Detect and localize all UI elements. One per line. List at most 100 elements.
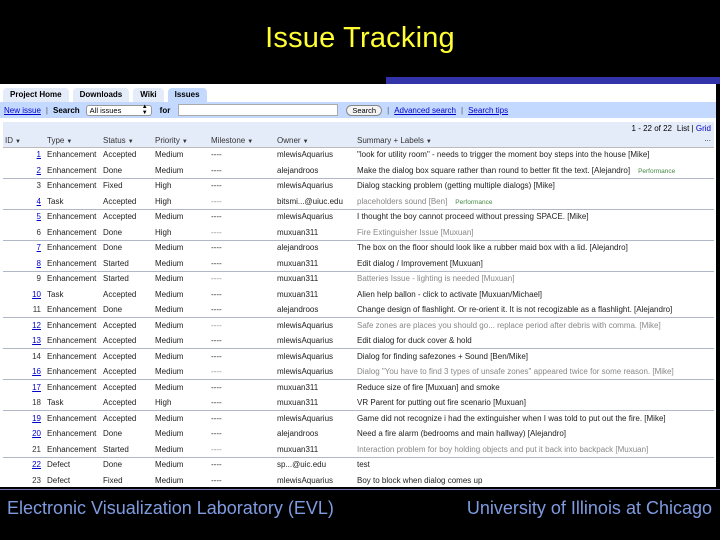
column-header-priority[interactable]: Priority ▼ [153,134,209,148]
new-issue-link[interactable]: New issue [4,106,41,115]
issue-summary-cell: Dialog "You have to find 3 types of unsa… [355,364,714,380]
more-columns-button[interactable]: ... [704,134,711,143]
issue-summary[interactable]: I thought the boy cannot proceed without… [357,212,589,221]
advanced-search-link[interactable]: Advanced search [394,106,456,115]
issue-id-link[interactable]: 23 [32,476,41,485]
table-row[interactable]: 20 Enhancement Done Medium ---- alejandroos Ne… [3,426,714,442]
tab-wiki[interactable]: Wiki [133,88,164,102]
search-button[interactable]: Search [346,104,383,116]
table-row[interactable]: 16 Enhancement Accepted Medium ---- mlewisAqu… [3,364,714,380]
issue-id-link[interactable]: 22 [32,460,41,469]
table-row[interactable]: 4 Task Accepted High ---- bitsmi...@uiuc.edu p… [3,193,714,210]
table-row[interactable]: 8 Enhancement Started Medium ---- muxuan311 Ed… [3,255,714,272]
issue-id-link[interactable]: 8 [37,259,41,268]
issue-id-link[interactable]: 21 [32,445,41,454]
table-row[interactable]: 18 Task Accepted High ---- muxuan311 VR Parent… [3,395,714,411]
column-header-summary[interactable]: Summary + Labels ▼... [355,134,714,148]
issue-id-link[interactable]: 3 [37,181,41,190]
issue-priority: High [155,398,172,408]
issue-summary[interactable]: VR Parent for putting out fire scenario … [357,398,526,407]
issue-status: Accepted [103,367,137,377]
table-row[interactable]: 2 Enhancement Done Medium ---- alejandroos Mak… [3,162,714,179]
issue-status-cell: Accepted [101,147,153,163]
table-row[interactable]: 11 Enhancement Done Medium ---- alejandroos Ch… [3,302,714,318]
issue-summary[interactable]: Change design of flashlight. Or re-orien… [357,305,672,314]
issue-priority: Medium [155,382,184,392]
issue-id-link[interactable]: 20 [32,429,41,438]
issue-id-link[interactable]: 16 [32,367,41,376]
issue-summary[interactable]: Edit dialog for duck cover & hold [357,336,472,345]
table-row[interactable]: 17 Enhancement Accepted Medium ---- muxuan311… [3,379,714,396]
table-row[interactable]: 23 Defect Fixed Medium ---- mlewisAquarius Boy… [3,472,714,487]
issue-type-cell: Enhancement [45,240,101,256]
issue-summary[interactable]: Game did not recognize i had the extingu… [357,414,666,423]
issue-id-link[interactable]: 4 [37,197,41,206]
issue-summary[interactable]: Interaction problem for boy holding obje… [357,445,648,454]
issue-summary[interactable]: Dialog for finding safezones + Sound [Be… [357,352,528,361]
column-header-milestone[interactable]: Milestone ▼ [209,134,275,148]
table-row[interactable]: 7 Enhancement Done Medium ---- alejandroos The… [3,240,714,256]
issue-summary[interactable]: Make the dialog box square rather than r… [357,166,630,175]
issue-id-link[interactable]: 11 [33,305,41,314]
issue-summary[interactable]: Safe zones are places you should go... r… [357,321,661,330]
issue-label-tag[interactable]: Performance [638,168,675,175]
issue-id-link[interactable]: 1 [37,150,41,159]
issue-summary[interactable]: Boy to block when dialog comes up [357,476,482,485]
issue-filter-select[interactable]: All issues ▲ ▼ [85,104,152,116]
issue-summary[interactable]: Dialog "You have to find 3 types of unsa… [357,367,674,376]
issue-id-link[interactable]: 6 [37,228,41,237]
issue-type: Enhancement [47,444,97,454]
issue-id-link[interactable]: 19 [32,414,41,423]
column-header-owner[interactable]: Owner ▼ [275,134,355,148]
table-row[interactable]: 21 Enhancement Started Medium ---- muxuan311 I… [3,441,714,458]
issue-summary[interactable]: Need a fire alarm (bedrooms and main hal… [357,429,566,438]
issue-summary[interactable]: test [357,460,370,469]
issue-id-link[interactable]: 14 [32,352,41,361]
issue-milestone-cell: ---- [209,224,275,241]
table-row[interactable]: 22 Defect Done Medium ---- sp...@uic.edu test [3,457,714,473]
column-header-id[interactable]: ID ▼ [3,134,45,148]
table-row[interactable]: 9 Enhancement Started Medium ---- muxuan311 Ba… [3,271,714,287]
issue-id-link[interactable]: 10 [32,290,41,299]
table-row[interactable]: 5 Enhancement Accepted Medium ---- mlewisAqua… [3,209,714,225]
issue-id-link[interactable]: 13 [32,336,41,345]
issue-summary[interactable]: Reduce size of fire [Muxuan] and smoke [357,383,500,392]
issue-summary[interactable]: Batteries Issue - lighting is needed [Mu… [357,274,514,283]
issue-id-link[interactable]: 9 [37,274,41,283]
issue-id-link[interactable]: 12 [32,321,41,330]
issue-summary[interactable]: Edit dialog / Improvement [Muxuan] [357,259,483,268]
issue-summary[interactable]: Dialog stacking problem (getting multipl… [357,181,555,190]
issue-milestone-cell: ---- [209,317,275,334]
issue-id-link[interactable]: 17 [32,383,41,392]
search-query-input[interactable] [178,104,339,116]
table-row[interactable]: 1 Enhancement Accepted Medium ---- mlewisAqua… [3,147,714,163]
table-row[interactable]: 3 Enhancement Fixed High ---- mlewisAquarius D… [3,178,714,194]
issue-owner: sp...@uic.edu [277,460,327,470]
issue-id-link[interactable]: 7 [37,243,41,252]
tab-downloads[interactable]: Downloads [72,88,130,102]
table-row[interactable]: 12 Enhancement Accepted Medium ---- mlewisAqu… [3,317,714,334]
issue-summary-cell: Fire Extinguisher Issue [Muxuan] [355,224,714,241]
tab-issues[interactable]: Issues [167,88,207,102]
grid-view-link[interactable]: Grid [696,124,711,133]
table-row[interactable]: 6 Enhancement Done High ---- muxuan311 Fire Ex… [3,224,714,241]
issue-label-tag[interactable]: Performance [455,199,492,206]
issue-summary[interactable]: "look for utility room" - needs to trigg… [357,150,649,159]
table-row[interactable]: 10 Task Accepted Medium ---- muxuan311 Alien h… [3,286,714,303]
issue-summary[interactable]: placeholders sound [Ben] [357,197,447,206]
search-tips-link[interactable]: Search tips [468,106,508,115]
column-header-type[interactable]: Type ▼ [45,134,101,148]
table-row[interactable]: 14 Enhancement Accepted Medium ---- mlewisAqu… [3,348,714,365]
column-header-status[interactable]: Status ▼ [101,134,153,148]
issue-summary[interactable]: Alien help ballon - click to activate [M… [357,290,542,299]
issue-id-link[interactable]: 5 [37,212,41,221]
issue-type: Enhancement [47,165,97,175]
tab-project-home[interactable]: Project Home [3,88,69,102]
issue-id-link[interactable]: 2 [37,166,41,175]
issue-summary[interactable]: Fire Extinguisher Issue [Muxuan] [357,228,474,237]
issue-id-link[interactable]: 18 [32,398,41,407]
issue-summary[interactable]: The box on the floor should look like a … [357,243,628,252]
issue-status-cell: Accepted [101,410,153,427]
table-row[interactable]: 13 Enhancement Accepted Medium ---- mlewisAqu… [3,333,714,349]
table-row[interactable]: 19 Enhancement Accepted Medium ---- mlewisAqu… [3,410,714,427]
